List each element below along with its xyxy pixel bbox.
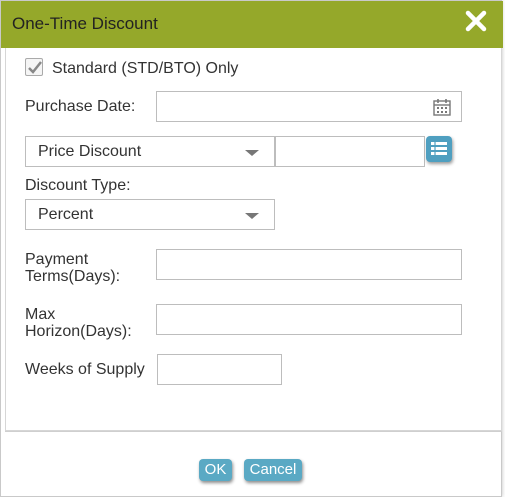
footer-divider: [5, 431, 502, 432]
checkmark-icon: [28, 61, 42, 74]
purchase-date-label: Purchase Date:: [25, 98, 136, 115]
standard-only-label: Standard (STD/BTO) Only: [52, 60, 239, 77]
standard-only-checkbox[interactable]: [25, 58, 43, 76]
weeks-of-supply-label: Weeks of Supply: [25, 361, 145, 378]
purchase-date-input[interactable]: [156, 91, 462, 122]
payment-terms-input[interactable]: [156, 249, 462, 280]
payment-terms-label-line2: Terms(Days):: [25, 268, 121, 285]
chevron-down-icon: [245, 150, 259, 156]
one-time-discount-dialog: One-Time Discount Standard (STD/BTO) Onl…: [0, 0, 503, 497]
chevron-down-icon: [245, 213, 259, 219]
dialog-titlebar: One-Time Discount: [1, 1, 503, 48]
discount-mode-value: Price Discount: [38, 143, 142, 160]
list-icon[interactable]: [426, 136, 452, 162]
calendar-icon[interactable]: [433, 98, 451, 121]
max-horizon-input[interactable]: [156, 304, 462, 335]
dialog-title: One-Time Discount: [12, 14, 158, 33]
discount-value-input[interactable]: [275, 136, 425, 167]
discount-mode-select[interactable]: Price Discount: [25, 136, 275, 167]
cancel-button[interactable]: Cancel: [244, 459, 302, 481]
weeks-of-supply-input[interactable]: [157, 354, 282, 385]
discount-type-value: Percent: [38, 206, 94, 223]
ok-button[interactable]: OK: [199, 459, 232, 481]
max-horizon-label-line2: Horizon(Days):: [25, 323, 132, 340]
discount-type-label: Discount Type:: [25, 177, 131, 194]
discount-type-select[interactable]: Percent: [25, 199, 275, 230]
close-icon[interactable]: [463, 8, 489, 34]
